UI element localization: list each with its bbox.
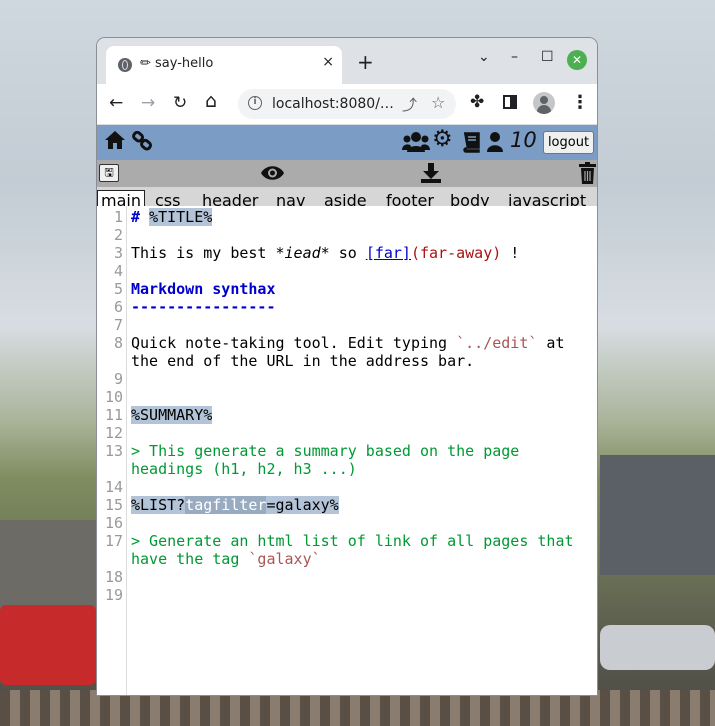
line-number: 6	[113, 298, 123, 316]
info-icon[interactable]: i	[248, 96, 262, 110]
code-text: !	[501, 244, 520, 262]
line-number: 3	[113, 244, 123, 262]
new-tab-button[interactable]: +	[357, 50, 374, 74]
code-text: at	[537, 334, 565, 352]
line-number: 8	[113, 334, 123, 352]
line-number: 16	[104, 514, 123, 532]
back-button[interactable]: ←	[109, 93, 123, 113]
browser-tab[interactable]: ✏ say-hello ×	[106, 46, 342, 84]
code-inline: `../edit`	[456, 334, 538, 352]
code-text: This is my best	[131, 244, 276, 262]
line-number: 19	[104, 586, 123, 604]
summary-placeholder: %SUMMARY%	[131, 406, 213, 424]
line-number: 15	[104, 496, 123, 514]
gear-icon[interactable]: ⚙	[432, 126, 453, 152]
maximize-button[interactable]: ☐	[541, 49, 554, 65]
code-heading-underline: ----------------	[131, 298, 276, 316]
globe-icon	[118, 58, 132, 72]
bookmark-star-icon[interactable]: ☆	[431, 93, 445, 112]
code-link-text: [far]	[365, 244, 411, 262]
code-blockquote: headings (h1, h2, h3 ...)	[131, 460, 357, 478]
line-number: 12	[104, 424, 123, 442]
close-window-button[interactable]: ✕	[567, 50, 587, 70]
line-number: 1	[113, 208, 123, 226]
background-fence	[0, 690, 715, 726]
title-placeholder: %TITLE%	[149, 208, 213, 226]
background-car	[600, 625, 715, 670]
code-emphasis: *iead*	[275, 244, 330, 262]
code-text: the end of the URL in the address bar.	[131, 352, 475, 370]
list-tagfilter: tagfilter	[185, 496, 267, 514]
code-heading: Markdown synthax	[131, 280, 276, 298]
heading-hash: #	[131, 208, 141, 226]
code-text: so	[329, 244, 366, 262]
eye-icon[interactable]	[260, 165, 285, 181]
line-number: 4	[113, 262, 123, 280]
code-inline: `galaxy`	[248, 550, 321, 568]
home-button[interactable]: ⌂	[205, 90, 217, 112]
list-placeholder: %LIST?	[131, 496, 186, 514]
download-icon[interactable]	[420, 162, 442, 184]
minimize-button[interactable]: –	[511, 49, 518, 65]
browser-menu-icon[interactable]: ⋮	[571, 92, 589, 113]
line-number: 9	[113, 370, 123, 388]
users-icon[interactable]	[402, 131, 430, 153]
extensions-icon[interactable]: ✤	[470, 92, 484, 112]
save-icon[interactable]: 🖫	[99, 164, 119, 182]
forward-button[interactable]: →	[141, 93, 155, 113]
profile-avatar[interactable]	[533, 92, 555, 114]
list-placeholder-end: =galaxy%	[266, 496, 339, 514]
logout-button[interactable]: logout	[543, 131, 594, 154]
line-number: 2	[113, 226, 123, 244]
line-number: 5	[113, 280, 123, 298]
tab-close-icon[interactable]: ×	[322, 54, 334, 70]
line-number: 11	[104, 406, 123, 424]
address-bar-row: ← → ↻ ⌂ i localhost:8080/… ⤴ ☆ ✤ ⋮	[97, 84, 597, 125]
line-number: 7	[113, 316, 123, 334]
background-truck	[0, 605, 96, 685]
line-number: 14	[104, 478, 123, 496]
browser-window: ✏ say-hello × + ⌄ – ☐ ✕ ← → ↻ ⌂ i localh…	[97, 38, 597, 695]
address-bar[interactable]: i localhost:8080/… ⤴ ☆	[238, 89, 456, 119]
line-number: 18	[104, 568, 123, 586]
code-blockquote: have the tag	[131, 550, 249, 568]
line-number: 17	[104, 532, 123, 550]
user-icon[interactable]	[486, 131, 504, 153]
tab-search-icon[interactable]: ⌄	[478, 49, 490, 65]
trash-icon[interactable]	[579, 162, 596, 184]
reload-button[interactable]: ↻	[173, 93, 187, 113]
line-number: 13	[104, 442, 123, 460]
editor-toolbar: 🖫	[97, 160, 597, 187]
link-icon[interactable]	[132, 131, 154, 151]
background-house	[600, 455, 715, 575]
side-panel-icon[interactable]	[503, 95, 517, 109]
code-blockquote: > This generate a summary based on the p…	[131, 442, 520, 460]
line-number: 10	[104, 388, 123, 406]
background-building	[0, 520, 96, 610]
tab-title: ✏ say-hello	[140, 56, 214, 71]
url-text[interactable]: localhost:8080/…	[272, 96, 394, 112]
app-top-bar: ⚙ 10 logout	[97, 125, 597, 160]
code-blockquote: > Generate an html list of link of all p…	[131, 532, 574, 550]
code-link-url: (far-away)	[410, 244, 502, 262]
home-icon[interactable]	[104, 130, 126, 150]
tab-strip: ✏ say-hello × + ⌄ – ☐ ✕	[97, 38, 597, 84]
share-icon[interactable]: ⤴	[402, 94, 417, 115]
user-count: 10	[510, 128, 537, 152]
code-text: Quick note-taking tool. Edit typing	[131, 334, 457, 352]
book-icon[interactable]	[460, 131, 482, 153]
code-editor[interactable]: 1 # %TITLE% 2 3 This is my best *iead* s…	[97, 206, 597, 695]
